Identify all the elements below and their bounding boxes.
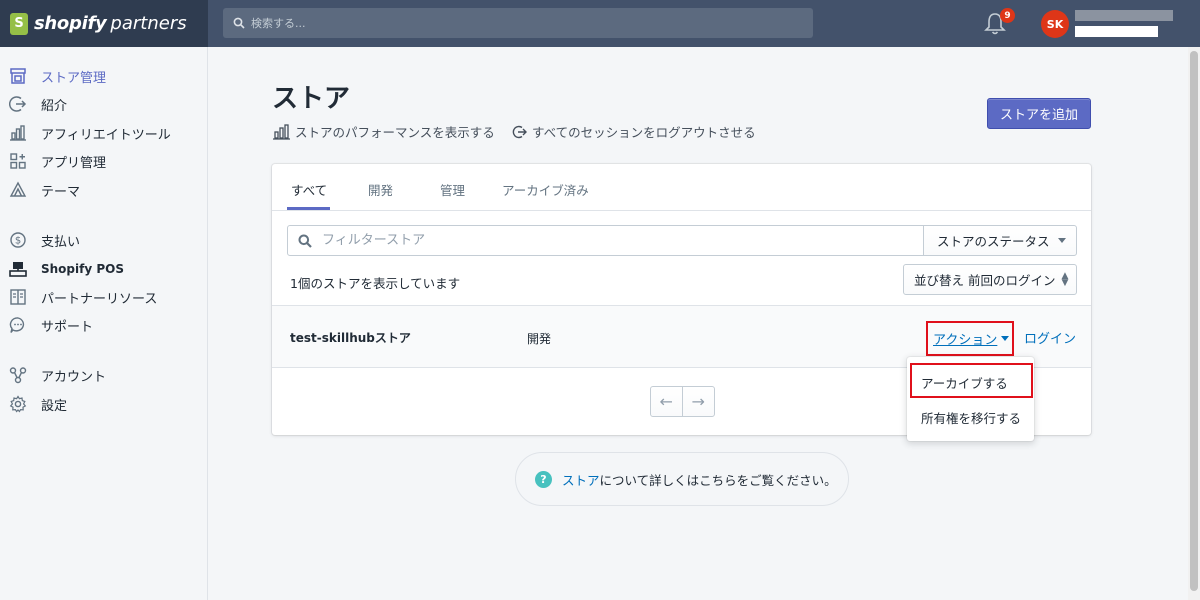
caret-down-icon [1057,238,1066,243]
store-count-text: 1個のストアを表示しています [290,276,461,291]
page-title: ストア [272,84,351,114]
gear-icon [8,394,28,414]
tab-all[interactable]: すべて [291,180,327,199]
logout-icon [512,125,527,138]
store-type: 開発 [527,332,552,346]
account-icon [8,365,28,385]
sidebar-item-label: 紹介 [41,98,68,114]
tab-managed[interactable]: 管理 [440,180,465,199]
book-icon [8,287,28,307]
status-select[interactable]: ストアのステータス [923,225,1077,256]
tab-archived[interactable]: アーカイブ済み [502,180,589,199]
status-select-label: ストアのステータス [937,234,1050,249]
tab-development[interactable]: 開発 [368,180,393,199]
sidebar-item-label: アカウント [41,369,107,385]
avatar[interactable]: SK [1041,10,1069,38]
add-store-button[interactable]: ストアを追加 [987,98,1091,129]
apps-icon [8,151,28,171]
sidebar-item-label: テーマ [41,184,81,200]
logout-sessions-link[interactable]: すべてのセッションをログアウトさせる [512,122,756,141]
search-bar[interactable] [223,8,813,38]
previous-page-arrow-icon[interactable]: ← [651,387,683,416]
sidebar-item-label: アプリ管理 [41,155,107,171]
pagination: ← → [650,386,715,417]
sidebar-item-label: パートナーリソース [41,291,158,307]
dollar-icon: $ [8,230,28,250]
top-bar: S shopify partners 9 SK [0,0,1200,47]
actions-dropdown-menu: アーカイブする 所有権を移行する [907,357,1034,441]
store-name[interactable]: test-skillhubストア [290,329,411,346]
search-icon [233,17,245,29]
sidebar-item-themes[interactable]: テーマ [8,179,80,201]
sidebar-item-affiliate[interactable]: アフィリエイトツール [8,122,171,144]
help-question-icon: ? [535,470,552,488]
sidebar-item-label: ストア管理 [41,70,107,86]
scrollbar-thumb[interactable] [1190,51,1198,591]
login-link[interactable]: ログイン [1024,328,1076,347]
active-tab-indicator [287,207,330,210]
pos-icon [8,259,28,279]
chart-icon [273,123,290,140]
menu-item-transfer-ownership[interactable]: 所有権を移行する [921,408,1021,427]
redacted-user-name [1075,10,1173,21]
sidebar-item-settings[interactable]: 設定 [8,393,67,415]
sidebar-item-payments[interactable]: $ 支払い [8,229,80,251]
actions-button[interactable]: アクション [926,321,1014,356]
svg-text:$: $ [15,236,21,247]
chat-icon [8,315,28,335]
sidebar-item-referral[interactable]: 紹介 [8,93,67,115]
tab-bar: すべて 開発 管理 アーカイブ済み [272,164,1091,211]
brand-sub: partners [110,13,187,34]
shopify-bag-icon: S [10,12,28,35]
next-page-arrow-icon[interactable]: → [683,387,714,416]
filter-field[interactable] [287,225,939,256]
store-icon [8,66,28,86]
brand-logo[interactable]: S shopify partners [0,0,208,47]
sidebar-item-label: アフィリエイトツール [41,127,171,143]
performance-link-label: ストアのパフォーマンスを表示する [295,125,495,140]
menu-item-archive[interactable]: アーカイブする [921,373,1008,392]
sidebar-item-resources[interactable]: パートナーリソース [8,286,157,308]
search-input[interactable] [251,16,791,30]
scrollbar[interactable] [1188,47,1200,600]
sidebar-item-apps[interactable]: アプリ管理 [8,150,106,172]
sort-arrows-icon: ▲ ▼ [1061,270,1069,288]
sidebar: ストア管理 紹介 アフィリエイトツール アプリ管理 テーマ $ 支払い Shop… [0,47,208,600]
caret-down-icon [1001,336,1010,341]
chart-icon [8,123,28,143]
actions-button-label: アクション [933,333,998,348]
sidebar-item-label: 支払い [41,234,81,250]
sidebar-item-pos[interactable]: Shopify POS [8,258,124,280]
help-store-link[interactable]: ストア [562,470,600,489]
sidebar-item-account[interactable]: アカウント [8,364,106,386]
sidebar-item-support[interactable]: サポート [8,314,93,336]
filter-input[interactable] [322,233,922,248]
logout-sessions-label: すべてのセッションをログアウトさせる [532,125,756,140]
sort-select[interactable]: 並び替え 前回のログイン ▲ ▼ [903,264,1077,295]
sidebar-item-label: サポート [41,319,94,335]
help-text: について詳しくはこちらをご覧ください。 [599,472,837,488]
performance-link[interactable]: ストアのパフォーマンスを表示する [272,122,495,141]
sidebar-item-stores[interactable]: ストア管理 [8,65,106,87]
sort-select-label: 並び替え 前回のログイン [914,273,1056,288]
help-footer: ? ストア について詳しくはこちらをご覧ください。 [515,452,849,506]
notification-badge: 9 [1000,8,1015,23]
sidebar-item-label: Shopify POS [41,262,124,276]
redacted-user-email [1075,26,1158,37]
referral-icon [8,94,28,114]
search-icon [298,234,312,248]
sidebar-item-label: 設定 [41,398,68,414]
brand-main: shopify [34,13,107,34]
theme-icon [8,180,28,200]
